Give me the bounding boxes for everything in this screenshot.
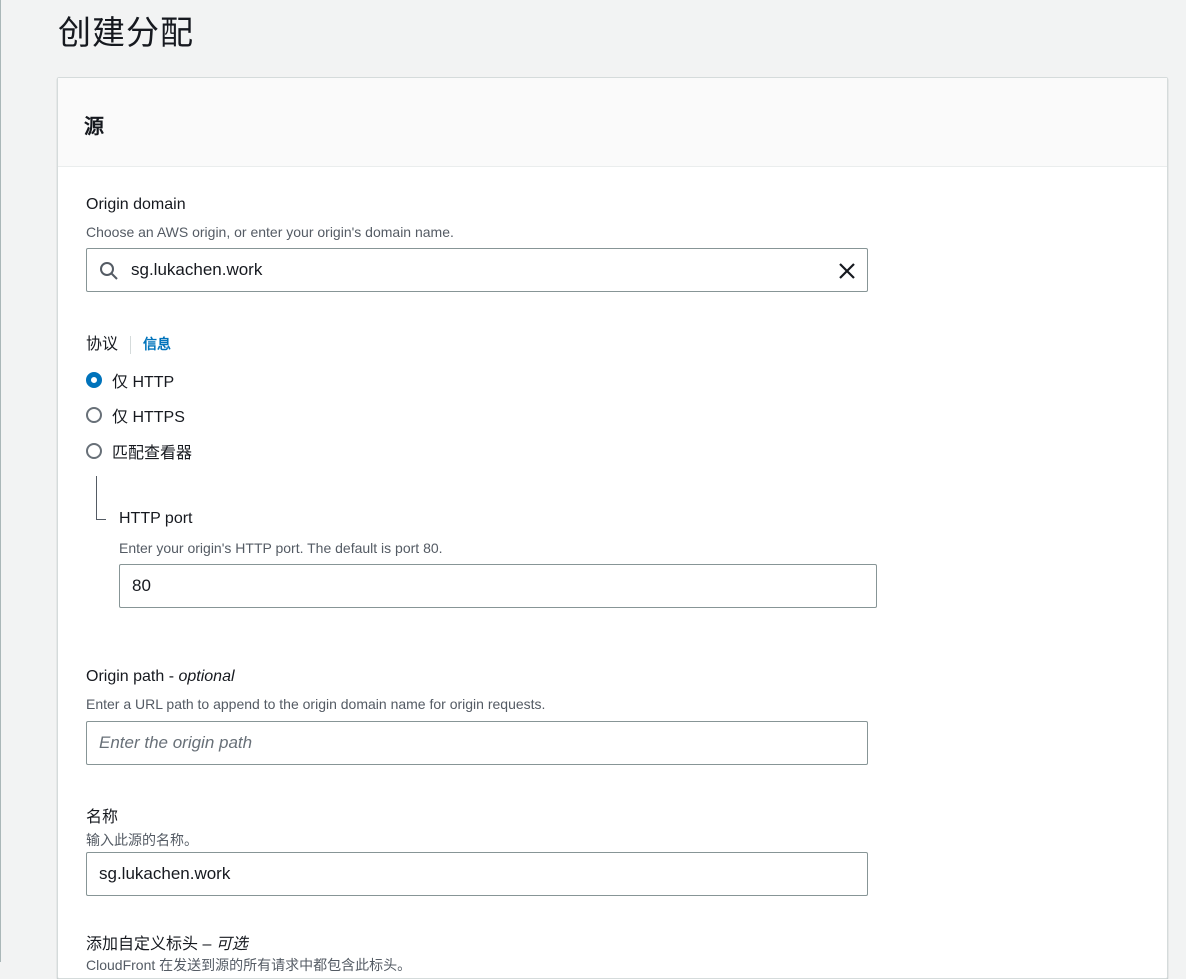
radio-label: 仅 HTTPS [112,409,185,426]
radio-button[interactable] [86,443,102,459]
http-port-label: HTTP port [119,510,193,527]
origin-panel: 源 Origin domain Choose an AWS origin, or… [57,77,1168,979]
close-icon[interactable] [837,261,857,286]
http-port-value: 80 [132,576,151,595]
name-description: 输入此源的名称。 [86,832,198,848]
origin-path-input[interactable]: Enter the origin path [86,721,868,765]
origin-domain-input[interactable]: sg.lukachen.work [86,248,868,292]
http-port-input[interactable]: 80 [119,564,877,608]
origin-path-description: Enter a URL path to append to the origin… [86,696,546,712]
custom-headers-label: 添加自定义标头 – 可选 [86,930,248,954]
radio-button-checked[interactable] [86,372,102,388]
origin-path-placeholder: Enter the origin path [99,733,253,752]
search-icon [99,261,119,286]
http-port-description: Enter your origin's HTTP port. The defau… [119,540,443,556]
page-title: 创建分配 [58,14,194,51]
radio-https-only[interactable]: 仅 HTTPS [86,403,185,427]
label-divider [130,335,132,354]
origin-path-label-text: Origin path - [86,668,179,685]
name-label: 名称 [86,809,119,826]
custom-headers-description: CloudFront 在发送到源的所有请求中都包含此标头。 [86,957,412,973]
name-input[interactable]: sg.lukachen.work [86,852,868,896]
origin-path-label: Origin path - optional [86,668,235,686]
protocol-label: 协议 [86,336,119,353]
origin-domain-value: sg.lukachen.work [131,260,263,279]
name-value: sg.lukachen.work [99,864,231,883]
protocol-info-link[interactable]: 信息 [143,336,171,352]
radio-label: 匹配查看器 [112,445,193,462]
radio-button[interactable] [86,407,102,423]
radio-match-viewer[interactable]: 匹配查看器 [86,439,192,463]
protocol-label-row: 协议 信息 [86,330,171,354]
custom-headers-optional: 可选 [215,936,248,953]
origin-domain-description: Choose an AWS origin, or enter your orig… [86,224,454,240]
origin-domain-label: Origin domain [86,196,186,213]
panel-header: 源 [58,78,1167,167]
origin-path-optional: optional [178,668,235,685]
panel-title: 源 [84,116,104,138]
left-border [0,0,1,962]
tree-connector [96,476,106,520]
radio-http-only[interactable]: 仅 HTTP [86,368,174,392]
radio-label: 仅 HTTP [112,374,175,391]
custom-headers-label-text: 添加自定义标头 – [86,936,216,953]
